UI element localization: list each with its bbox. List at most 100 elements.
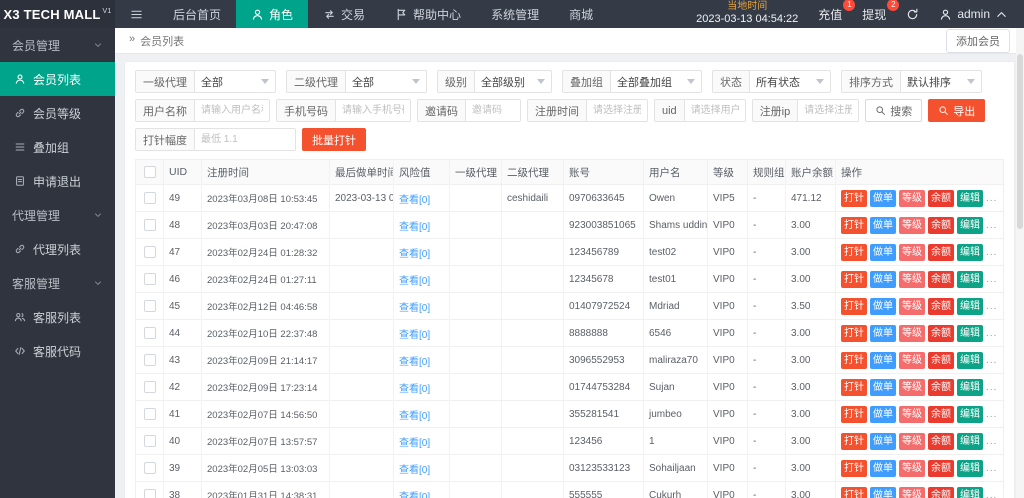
level-button[interactable]: 等级	[899, 432, 925, 450]
more-actions-button[interactable]: ...	[986, 409, 997, 420]
row-checkbox[interactable]	[143, 300, 156, 312]
filter-select-status[interactable]: 状态 所有状态	[712, 70, 831, 93]
row-checkbox[interactable]	[143, 354, 156, 366]
level-button[interactable]: 等级	[899, 270, 925, 288]
balance-button[interactable]: 余额	[928, 351, 954, 369]
inject-button[interactable]: 打针	[841, 297, 867, 315]
scrollbar-thumb[interactable]	[1017, 54, 1023, 229]
edit-button[interactable]: 编辑	[957, 432, 983, 450]
sidebar-group[interactable]: 客服管理	[0, 266, 115, 300]
inject-button[interactable]: 打针	[841, 216, 867, 234]
select-all-checkbox[interactable]	[143, 166, 156, 178]
balance-button[interactable]: 余额	[928, 324, 954, 342]
order-button[interactable]: 做单	[870, 243, 896, 261]
topnav-item-system[interactable]: 系统管理	[476, 0, 554, 28]
edit-button[interactable]: 编辑	[957, 459, 983, 477]
row-checkbox[interactable]	[143, 462, 156, 474]
user-menu[interactable]: admin	[939, 7, 1008, 21]
level-button[interactable]: 等级	[899, 405, 925, 423]
more-actions-button[interactable]: ...	[986, 274, 997, 285]
row-checkbox[interactable]	[143, 381, 156, 393]
scrollbar[interactable]	[1016, 28, 1024, 498]
row-checkbox[interactable]	[143, 273, 156, 285]
more-actions-button[interactable]: ...	[986, 490, 997, 498]
add-member-button[interactable]: 添加会员	[946, 28, 1010, 53]
edit-button[interactable]: 编辑	[957, 270, 983, 288]
inject-button[interactable]: 打针	[841, 432, 867, 450]
level-button[interactable]: 等级	[899, 324, 925, 342]
edit-button[interactable]: 编辑	[957, 486, 983, 498]
edit-button[interactable]: 编辑	[957, 405, 983, 423]
more-actions-button[interactable]: ...	[986, 328, 997, 339]
order-button[interactable]: 做单	[870, 270, 896, 288]
search-button[interactable]: 搜索	[865, 99, 923, 122]
row-checkbox[interactable]	[143, 192, 156, 204]
inject-button[interactable]: 打针	[841, 486, 867, 498]
order-button[interactable]: 做单	[870, 432, 896, 450]
level-button[interactable]: 等级	[899, 459, 925, 477]
inject-button[interactable]: 打针	[841, 324, 867, 342]
edit-button[interactable]: 编辑	[957, 297, 983, 315]
balance-button[interactable]: 余额	[928, 459, 954, 477]
topnav-item-trade[interactable]: 交易	[308, 0, 380, 28]
sidebar-item-service-list[interactable]: 客服列表	[0, 300, 115, 334]
edit-button[interactable]: 编辑	[957, 243, 983, 261]
more-actions-button[interactable]: ...	[986, 382, 997, 393]
filter-input-field-username[interactable]	[195, 100, 269, 121]
balance-button[interactable]: 余额	[928, 216, 954, 234]
more-actions-button[interactable]: ...	[986, 301, 997, 312]
menu-toggle-button[interactable]	[115, 0, 158, 28]
risk-view-link[interactable]: 查看[0]	[399, 272, 430, 287]
filter-input-field-phone[interactable]	[336, 100, 410, 121]
level-button[interactable]: 等级	[899, 297, 925, 315]
edit-button[interactable]: 编辑	[957, 189, 983, 207]
risk-view-link[interactable]: 查看[0]	[399, 353, 430, 368]
more-actions-button[interactable]: ...	[986, 247, 997, 258]
order-button[interactable]: 做单	[870, 459, 896, 477]
row-checkbox[interactable]	[143, 408, 156, 420]
sidebar-item-agent-list[interactable]: 代理列表	[0, 232, 115, 266]
level-button[interactable]: 等级	[899, 378, 925, 396]
row-checkbox[interactable]	[143, 327, 156, 339]
order-button[interactable]: 做单	[870, 324, 896, 342]
risk-view-link[interactable]: 查看[0]	[399, 407, 430, 422]
inject-button[interactable]: 打针	[841, 270, 867, 288]
edit-button[interactable]: 编辑	[957, 324, 983, 342]
risk-view-link[interactable]: 查看[0]	[399, 461, 430, 476]
more-actions-button[interactable]: ...	[986, 463, 997, 474]
inject-button[interactable]: 打针	[841, 378, 867, 396]
recharge-link[interactable]: 充值 1	[818, 0, 856, 23]
level-button[interactable]: 等级	[899, 243, 925, 261]
inject-button[interactable]: 打针	[841, 459, 867, 477]
balance-button[interactable]: 余额	[928, 378, 954, 396]
batch-inject-button[interactable]: 批量打针	[302, 128, 366, 151]
order-button[interactable]: 做单	[870, 189, 896, 207]
filter-input-field-invite-code[interactable]	[466, 100, 520, 121]
row-checkbox[interactable]	[143, 489, 156, 498]
filter-input-field-reg-ip[interactable]	[798, 100, 859, 121]
inject-button[interactable]: 打针	[841, 351, 867, 369]
risk-view-link[interactable]: 查看[0]	[399, 434, 430, 449]
filter-select-level[interactable]: 级别 全部级别	[437, 70, 552, 93]
level-button[interactable]: 等级	[899, 486, 925, 498]
sidebar-item-stack-group[interactable]: 叠加组	[0, 130, 115, 164]
refresh-button[interactable]	[906, 8, 919, 21]
filter-input-field-reg-time[interactable]	[587, 100, 647, 121]
risk-view-link[interactable]: 查看[0]	[399, 488, 430, 498]
risk-view-link[interactable]: 查看[0]	[399, 245, 430, 260]
balance-button[interactable]: 余额	[928, 243, 954, 261]
risk-view-link[interactable]: 查看[0]	[399, 326, 430, 341]
more-actions-button[interactable]: ...	[986, 355, 997, 366]
sidebar-item-member-level[interactable]: 会员等级	[0, 96, 115, 130]
topnav-item-mall[interactable]: 商城	[554, 0, 608, 28]
row-checkbox[interactable]	[143, 435, 156, 447]
row-checkbox[interactable]	[143, 246, 156, 258]
risk-view-link[interactable]: 查看[0]	[399, 191, 430, 206]
order-button[interactable]: 做单	[870, 297, 896, 315]
topnav-item-help[interactable]: 帮助中心	[380, 0, 476, 28]
export-button[interactable]: 导出	[928, 99, 986, 122]
edit-button[interactable]: 编辑	[957, 216, 983, 234]
balance-button[interactable]: 余额	[928, 486, 954, 498]
more-actions-button[interactable]: ...	[986, 436, 997, 447]
filter-select-agent1[interactable]: 一级代理 全部	[135, 70, 276, 93]
